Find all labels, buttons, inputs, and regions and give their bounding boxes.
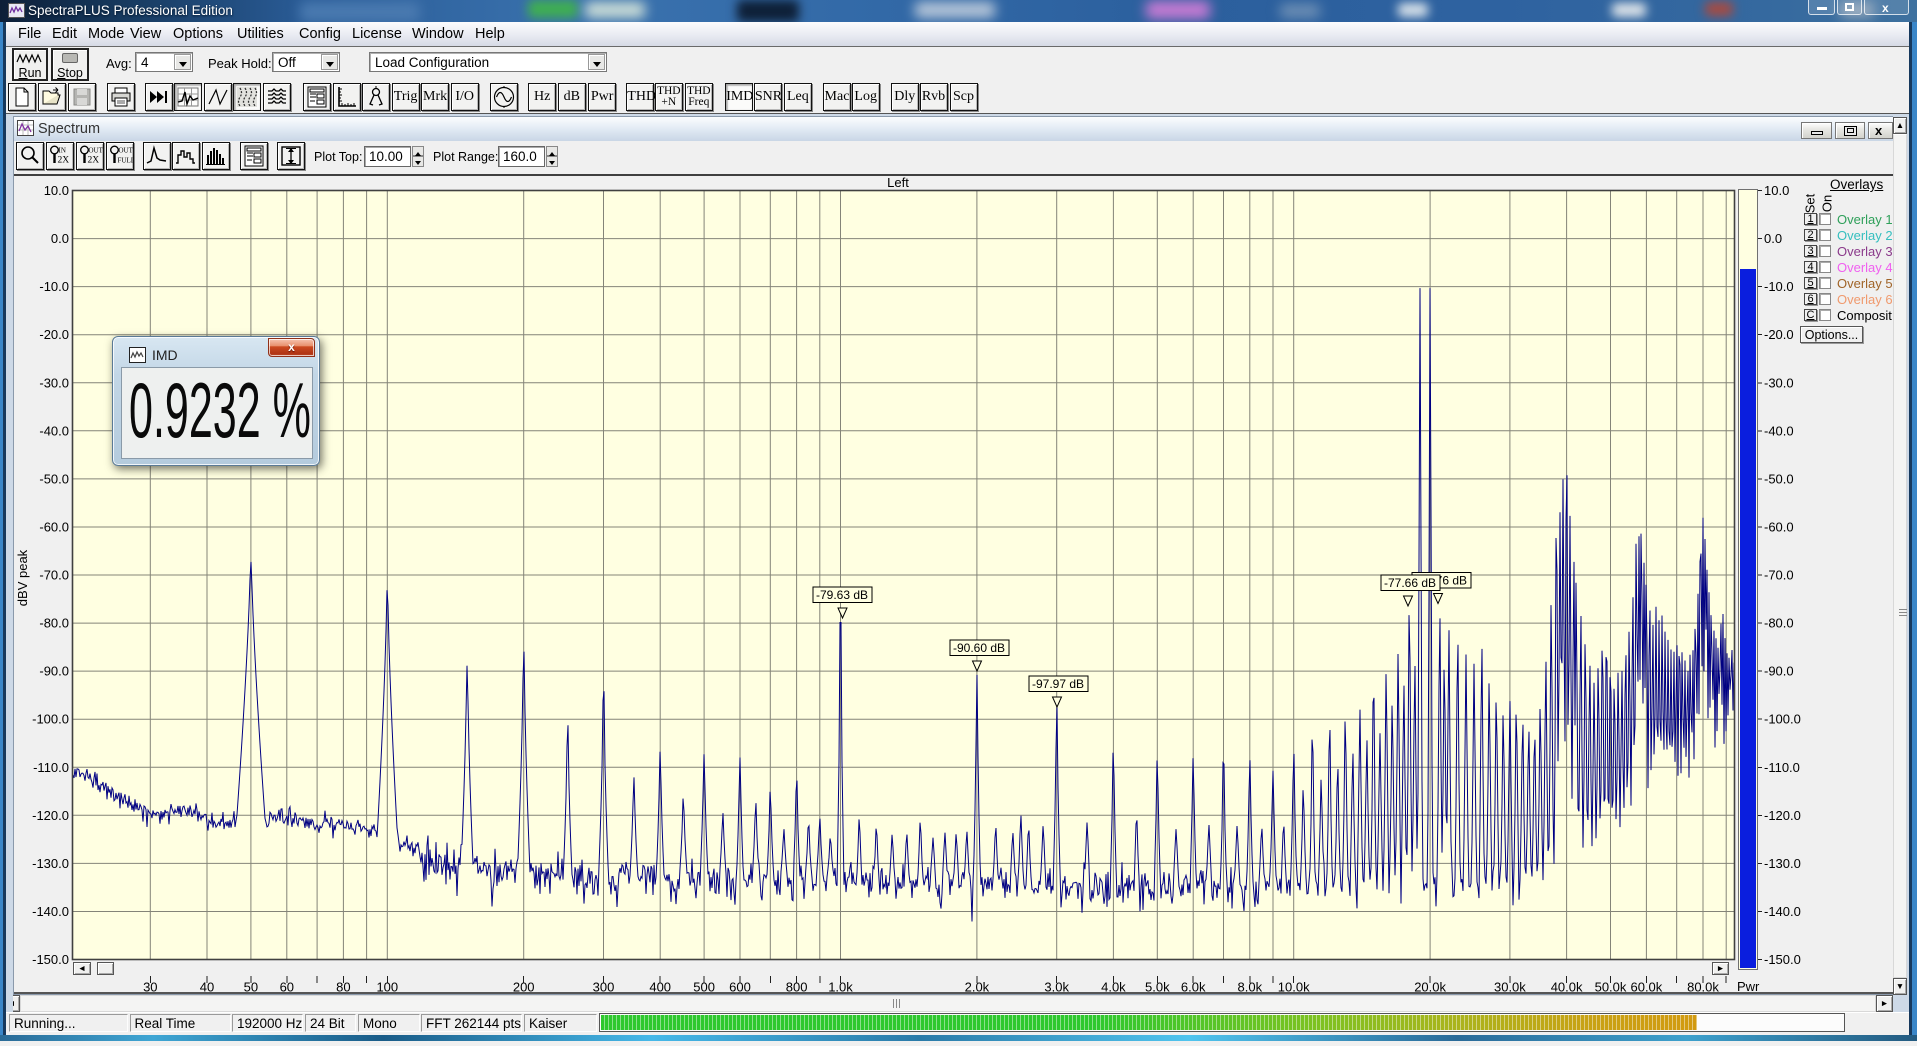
svg-text:Left: Left — [887, 175, 909, 190]
svg-text:10.0: 10.0 — [1764, 183, 1789, 198]
svg-text:dBV peak: dBV peak — [15, 549, 30, 606]
svg-text:10.0: 10.0 — [44, 183, 69, 198]
svg-text:-80.0: -80.0 — [1764, 616, 1794, 631]
svg-text:-80.0: -80.0 — [39, 616, 69, 631]
svg-text:-130.0: -130.0 — [1764, 856, 1801, 871]
svg-text:-90.0: -90.0 — [1764, 664, 1794, 679]
svg-text:-120.0: -120.0 — [32, 808, 69, 823]
svg-text:-40.0: -40.0 — [39, 423, 69, 438]
svg-text:-79.63 dB: -79.63 dB — [816, 588, 868, 602]
svg-text:-130.0: -130.0 — [32, 856, 69, 871]
svg-text:-120.0: -120.0 — [1764, 808, 1801, 823]
svg-text:-10.0: -10.0 — [1764, 279, 1794, 294]
svg-text:-20.0: -20.0 — [39, 327, 69, 342]
svg-text:-97.97 dB: -97.97 dB — [1032, 677, 1084, 691]
svg-text:-90.0: -90.0 — [39, 664, 69, 679]
svg-text:-110.0: -110.0 — [1764, 760, 1800, 775]
svg-text:-60.0: -60.0 — [1764, 520, 1794, 535]
svg-text:-110.0: -110.0 — [33, 760, 69, 775]
svg-text:-50.0: -50.0 — [39, 471, 69, 486]
svg-text:-150.0: -150.0 — [1764, 952, 1801, 967]
svg-text:-30.0: -30.0 — [39, 375, 69, 390]
svg-text:-60.0: -60.0 — [39, 520, 69, 535]
svg-text:-100.0: -100.0 — [32, 712, 69, 727]
svg-text:0.0: 0.0 — [51, 231, 69, 246]
svg-text:-40.0: -40.0 — [1764, 423, 1794, 438]
svg-text:-77.66 dB: -77.66 dB — [1384, 576, 1436, 590]
svg-text:-50.0: -50.0 — [1764, 471, 1794, 486]
svg-text:0.0: 0.0 — [1764, 231, 1782, 246]
svg-text:-70.0: -70.0 — [39, 568, 69, 583]
svg-text:-140.0: -140.0 — [1764, 904, 1801, 919]
svg-text:-140.0: -140.0 — [32, 904, 69, 919]
svg-text:-30.0: -30.0 — [1764, 375, 1794, 390]
svg-text:-150.0: -150.0 — [32, 952, 69, 967]
svg-text:-100.0: -100.0 — [1764, 712, 1801, 727]
svg-text:-90.60 dB: -90.60 dB — [953, 641, 1005, 655]
svg-text:-70.0: -70.0 — [1764, 568, 1794, 583]
svg-text:-20.0: -20.0 — [1764, 327, 1794, 342]
svg-text:-10.0: -10.0 — [39, 279, 69, 294]
